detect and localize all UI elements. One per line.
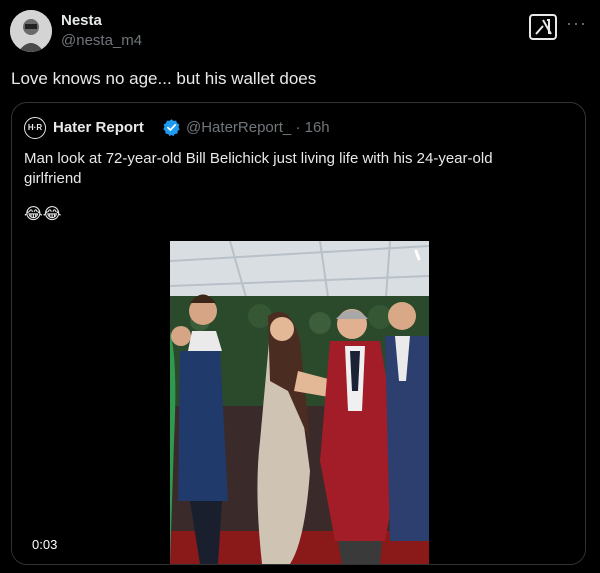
video-thumbnail [170, 241, 429, 564]
grok-icon[interactable] [529, 14, 557, 40]
video-frame[interactable] [170, 241, 429, 564]
quote-emoji: 😂😂 [24, 206, 62, 223]
verified-badge-icon [163, 119, 180, 137]
post: Nesta @nesta_m4 ··· Love knows no age...… [0, 0, 600, 573]
quote-header: H·R Hater Report @HaterReport_ · 16h [24, 117, 564, 139]
quote-handle-time[interactable]: @HaterReport_ · 16h [186, 119, 330, 136]
avatar-image [10, 10, 52, 52]
quote-display-name[interactable]: Hater Report [53, 119, 144, 136]
more-options-icon[interactable]: ··· [566, 13, 587, 34]
quoted-post[interactable]: H·R Hater Report @HaterReport_ · 16h Man… [11, 102, 586, 565]
post-text: Love knows no age... but his wallet does [11, 69, 317, 88]
author-display-name[interactable]: Nesta [61, 12, 102, 29]
video-timestamp: 0:03 [32, 537, 58, 552]
avatar[interactable] [10, 10, 52, 52]
author-handle[interactable]: @nesta_m4 [61, 32, 142, 49]
quote-avatar[interactable]: H·R [24, 117, 46, 139]
quote-text: Man look at 72-year-old Bill Belichick j… [24, 150, 493, 187]
quote-video[interactable]: 0:03 [12, 241, 585, 564]
